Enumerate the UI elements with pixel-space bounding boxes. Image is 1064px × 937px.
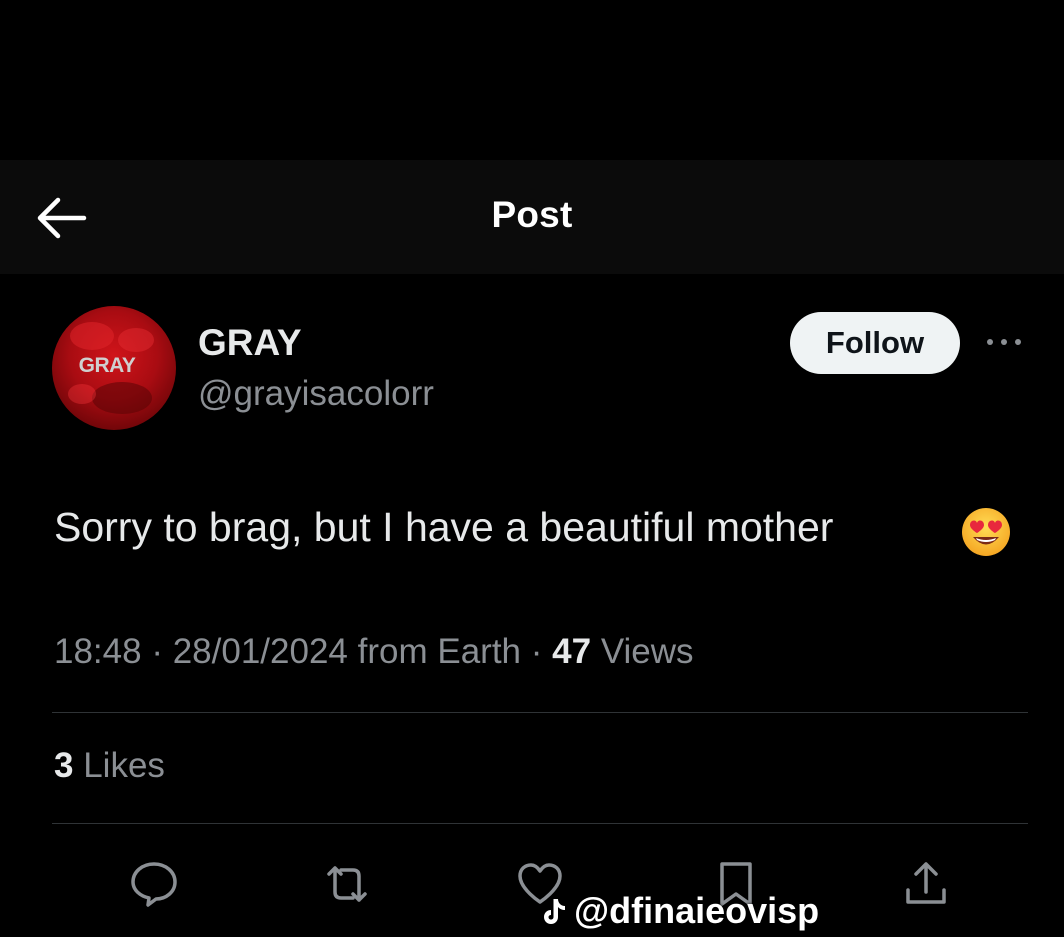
tweet-meta: 18:48 · 28/01/2024 from Earth · 47 Views bbox=[54, 632, 694, 672]
display-name[interactable]: GRAY bbox=[198, 322, 302, 364]
meta-separator: · bbox=[151, 632, 173, 671]
tweet-source: from Earth bbox=[357, 632, 522, 671]
page-title: Post bbox=[491, 194, 573, 235]
likes-label: Likes bbox=[83, 746, 165, 785]
follow-button[interactable]: Follow bbox=[790, 312, 960, 374]
heart-eyes-emoji-icon bbox=[962, 508, 1010, 556]
likes-count: 3 bbox=[54, 746, 74, 785]
divider bbox=[52, 823, 1028, 824]
top-bar: Post bbox=[0, 160, 1064, 274]
watermark-text: @dfinaieovisp bbox=[574, 890, 820, 931]
meta-separator: · bbox=[530, 632, 553, 671]
reply-icon[interactable] bbox=[128, 858, 180, 910]
views-label: Views bbox=[600, 632, 694, 671]
tiktok-watermark: @dfinaieovisp bbox=[540, 890, 819, 932]
likes-stat[interactable]: 3 Likes bbox=[54, 746, 165, 786]
tweet-time: 18:48 bbox=[54, 632, 142, 671]
share-icon[interactable] bbox=[900, 858, 952, 910]
more-horizontal-icon[interactable] bbox=[982, 330, 1026, 354]
avatar[interactable]: GRAY bbox=[52, 306, 176, 430]
divider bbox=[52, 712, 1028, 713]
tweet-date: 28/01/2024 bbox=[172, 632, 348, 671]
repost-icon[interactable] bbox=[321, 858, 373, 910]
views-count: 47 bbox=[552, 632, 592, 671]
tweet-text: Sorry to brag, but I have a beautiful mo… bbox=[54, 504, 834, 550]
tiktok-logo-icon bbox=[544, 899, 565, 924]
avatar-logo-text: GRAY bbox=[78, 354, 136, 377]
user-handle[interactable]: @grayisacolorr bbox=[198, 374, 434, 414]
